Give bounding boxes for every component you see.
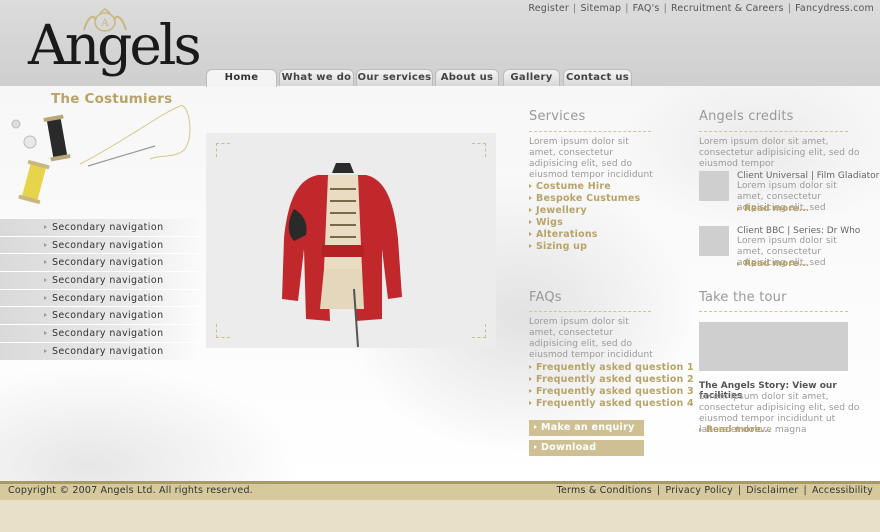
frame-corner [472, 324, 486, 338]
services-links: Costume Hire Bespoke Custumes Jewellery … [529, 181, 640, 253]
red-coat-costume-image [282, 163, 402, 348]
secondary-nav-item[interactable]: Secondary navigation [0, 219, 200, 237]
faq-links: Frequently asked question 1 Frequently a… [529, 362, 694, 410]
bespoke-link[interactable]: Bespoke Custumes [529, 193, 640, 205]
divider [529, 131, 651, 132]
footer-links: Terms & Conditions | Privacy Policy | Discla… [556, 485, 873, 496]
accessibility-link[interactable]: Accessibility [812, 485, 873, 496]
credit-title: Client Universal | Film Gladiator [737, 171, 880, 181]
arrow-right-icon [44, 260, 47, 265]
wigs-link[interactable]: Wigs [529, 217, 640, 229]
download-brochure-button[interactable]: Download Brochure [529, 440, 644, 469]
logo-text: Angels [28, 13, 202, 77]
tab-gallery[interactable]: Gallery [503, 69, 560, 86]
credits-text: Lorem ipsum dolor sit amet, consectetur … [699, 137, 860, 169]
sewing-supplies-icon [11, 105, 191, 204]
credit-title: Client BBC | Series: Dr Who [737, 226, 861, 236]
copyright: Copyright © 2007 Angels Ltd. All rights … [8, 485, 253, 496]
faqs-link[interactable]: FAQ's [633, 3, 660, 14]
tour-title: Take the tour [699, 290, 787, 305]
faq-link[interactable]: Frequently asked question 2 [529, 374, 694, 386]
faq-link[interactable]: Frequently asked question 1 [529, 362, 694, 374]
bottom-band [0, 500, 880, 532]
arrow-right-icon [44, 278, 47, 283]
logo[interactable]: A Angels [28, 8, 202, 84]
secondary-nav-item[interactable]: Secondary navigation [0, 236, 200, 255]
secondary-nav-item[interactable]: Secondary navigation [0, 342, 200, 361]
divider [699, 311, 848, 312]
secondary-nav-item[interactable]: Secondary navigation [0, 254, 200, 273]
sitemap-link[interactable]: Sitemap [580, 3, 621, 14]
privacy-link[interactable]: Privacy Policy [665, 485, 733, 496]
arrow-right-icon [44, 313, 47, 318]
alterations-link[interactable]: Alterations [529, 229, 640, 241]
recruitment-link[interactable]: Recruitment & Careers [671, 3, 784, 14]
secondary-nav-item[interactable]: Secondary navigation [0, 272, 200, 290]
divider [699, 131, 848, 132]
credit-thumbnail[interactable] [699, 171, 729, 201]
credit-thumbnail[interactable] [699, 226, 729, 256]
fancydress-link[interactable]: Fancydress.com [795, 3, 874, 14]
arrow-right-icon [44, 348, 47, 353]
make-enquiry-button[interactable]: Make an enquiry [529, 420, 644, 436]
tab-home[interactable]: Home [206, 69, 277, 87]
frame-corner [216, 143, 230, 157]
secondary-nav-item[interactable]: Secondary navigation [0, 325, 200, 343]
jewellery-link[interactable]: Jewellery [529, 205, 640, 217]
top-links: Register | Sitemap | FAQ's | Recruitment & Car… [528, 3, 874, 14]
sizing-up-link[interactable]: Sizing up [529, 241, 640, 253]
hero-image [206, 133, 496, 348]
register-link[interactable]: Register [528, 3, 569, 14]
divider [529, 311, 651, 312]
faqs-text: Lorem ipsum dolor sit amet, consectetur … [529, 317, 653, 360]
costume-hire-link[interactable]: Costume Hire [529, 181, 640, 193]
faqs-title: FAQs [529, 290, 562, 305]
tab-contact-us[interactable]: Contact us [563, 69, 632, 86]
secondary-nav-item[interactable]: Secondary navigation [0, 307, 200, 326]
read-more-link[interactable]: Read more... [737, 259, 809, 269]
secondary-nav: Secondary navigation Secondary navigatio… [0, 219, 200, 361]
read-more-link[interactable]: Read more... [737, 204, 809, 214]
tab-about-us[interactable]: About us [435, 69, 499, 86]
frame-corner [216, 324, 230, 338]
tour-read-more-link[interactable]: Read more... [699, 425, 771, 435]
tab-our-services[interactable]: Our services [356, 69, 433, 86]
faq-link[interactable]: Frequently asked question 3 [529, 386, 694, 398]
disclaimer-link[interactable]: Disclaimer [746, 485, 798, 496]
arrow-right-icon [44, 331, 47, 336]
credits-title: Angels credits [699, 109, 794, 124]
arrow-right-icon [44, 295, 47, 300]
faq-link[interactable]: Frequently asked question 4 [529, 398, 694, 410]
arrow-right-icon [44, 225, 47, 229]
frame-corner [472, 143, 486, 157]
tab-what-we-do[interactable]: What we do [279, 69, 354, 86]
services-title: Services [529, 109, 586, 124]
tour-image[interactable] [699, 322, 848, 371]
footer: Copyright © 2007 Angels Ltd. All rights … [0, 484, 880, 500]
secondary-nav-item[interactable]: Secondary navigation [0, 289, 200, 308]
services-text: Lorem ipsum dolor sit amet, consectetur … [529, 137, 653, 180]
terms-link[interactable]: Terms & Conditions [557, 485, 652, 496]
arrow-right-icon [44, 242, 47, 247]
